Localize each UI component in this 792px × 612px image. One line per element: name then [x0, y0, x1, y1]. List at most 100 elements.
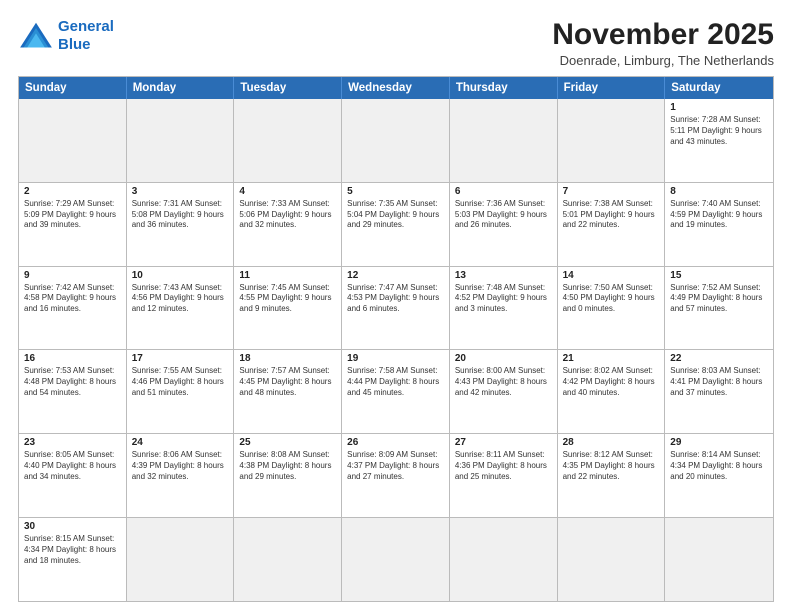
day-info: Sunrise: 7:58 AM Sunset: 4:44 PM Dayligh… — [347, 366, 444, 398]
calendar-cell-0-2 — [234, 99, 342, 182]
day-info: Sunrise: 7:52 AM Sunset: 4:49 PM Dayligh… — [670, 283, 768, 315]
day-info: Sunrise: 8:08 AM Sunset: 4:38 PM Dayligh… — [239, 450, 336, 482]
day-info: Sunrise: 7:31 AM Sunset: 5:08 PM Dayligh… — [132, 199, 229, 231]
logo-icon — [18, 21, 54, 51]
day-info: Sunrise: 7:38 AM Sunset: 5:01 PM Dayligh… — [563, 199, 660, 231]
day-number: 11 — [239, 270, 336, 281]
calendar-cell-4-2: 25Sunrise: 8:08 AM Sunset: 4:38 PM Dayli… — [234, 434, 342, 517]
header: General Blue November 2025 Doenrade, Lim… — [18, 18, 774, 68]
day-number: 27 — [455, 437, 552, 448]
day-info: Sunrise: 7:40 AM Sunset: 4:59 PM Dayligh… — [670, 199, 768, 231]
day-info: Sunrise: 8:00 AM Sunset: 4:43 PM Dayligh… — [455, 366, 552, 398]
day-info: Sunrise: 8:02 AM Sunset: 4:42 PM Dayligh… — [563, 366, 660, 398]
day-info: Sunrise: 7:55 AM Sunset: 4:46 PM Dayligh… — [132, 366, 229, 398]
calendar-body: 1 Sunrise: 7:28 AM Sunset: 5:11 PM Daylig… — [19, 99, 773, 601]
title-block: November 2025 Doenrade, Limburg, The Net… — [552, 18, 774, 68]
day-info: Sunrise: 8:09 AM Sunset: 4:37 PM Dayligh… — [347, 450, 444, 482]
calendar-cell-1-6: 8 Sunrise: 7:40 AM Sunset: 4:59 PM Daylig… — [665, 183, 773, 266]
calendar-cell-4-4: 27Sunrise: 8:11 AM Sunset: 4:36 PM Dayli… — [450, 434, 558, 517]
day-number: 20 — [455, 353, 552, 364]
calendar-cell-4-1: 24 Sunrise: 8:06 AM Sunset: 4:39 PM Dayli… — [127, 434, 235, 517]
calendar-cell-1-5: 7 Sunrise: 7:38 AM Sunset: 5:01 PM Daylig… — [558, 183, 666, 266]
calendar-cell-4-5: 28 Sunrise: 8:12 AM Sunset: 4:35 PM Dayli… — [558, 434, 666, 517]
header-monday: Monday — [127, 77, 235, 99]
day-number: 24 — [132, 437, 229, 448]
day-number: 8 — [670, 186, 768, 197]
day-number: 17 — [132, 353, 229, 364]
calendar-cell-3-3: 19 Sunrise: 7:58 AM Sunset: 4:44 PM Dayli… — [342, 350, 450, 433]
calendar-cell-3-1: 17 Sunrise: 7:55 AM Sunset: 4:46 PM Dayli… — [127, 350, 235, 433]
day-number: 5 — [347, 186, 444, 197]
header-thursday: Thursday — [450, 77, 558, 99]
calendar-cell-5-4 — [450, 518, 558, 601]
calendar-cell-0-1 — [127, 99, 235, 182]
day-info: Sunrise: 7:48 AM Sunset: 4:52 PM Dayligh… — [455, 283, 552, 315]
calendar-cell-2-1: 10 Sunrise: 7:43 AM Sunset: 4:56 PM Dayli… — [127, 267, 235, 350]
day-number: 10 — [132, 270, 229, 281]
calendar-cell-3-0: 16Sunrise: 7:53 AM Sunset: 4:48 PM Dayli… — [19, 350, 127, 433]
day-number: 19 — [347, 353, 444, 364]
day-info: Sunrise: 7:43 AM Sunset: 4:56 PM Dayligh… — [132, 283, 229, 315]
logo: General Blue — [18, 18, 114, 54]
day-info: Sunrise: 7:29 AM Sunset: 5:09 PM Dayligh… — [24, 199, 121, 231]
header-friday: Friday — [558, 77, 666, 99]
day-info: Sunrise: 7:42 AM Sunset: 4:58 PM Dayligh… — [24, 283, 121, 315]
calendar-cell-4-0: 23 Sunrise: 8:05 AM Sunset: 4:40 PM Dayli… — [19, 434, 127, 517]
month-title: November 2025 — [552, 18, 774, 51]
day-number: 3 — [132, 186, 229, 197]
day-info: Sunrise: 7:28 AM Sunset: 5:11 PM Dayligh… — [670, 115, 768, 147]
calendar-cell-1-4: 6 Sunrise: 7:36 AM Sunset: 5:03 PM Daylig… — [450, 183, 558, 266]
calendar-cell-3-4: 20 Sunrise: 8:00 AM Sunset: 4:43 PM Dayli… — [450, 350, 558, 433]
calendar-cell-2-3: 12Sunrise: 7:47 AM Sunset: 4:53 PM Dayli… — [342, 267, 450, 350]
calendar-row-2: 9 Sunrise: 7:42 AM Sunset: 4:58 PM Daylig… — [19, 267, 773, 351]
day-info: Sunrise: 8:06 AM Sunset: 4:39 PM Dayligh… — [132, 450, 229, 482]
day-number: 9 — [24, 270, 121, 281]
calendar-cell-3-2: 18 Sunrise: 7:57 AM Sunset: 4:45 PM Dayli… — [234, 350, 342, 433]
day-number: 2 — [24, 186, 121, 197]
day-info: Sunrise: 8:05 AM Sunset: 4:40 PM Dayligh… — [24, 450, 121, 482]
calendar-cell-2-6: 15Sunrise: 7:52 AM Sunset: 4:49 PM Dayli… — [665, 267, 773, 350]
calendar-cell-5-6 — [665, 518, 773, 601]
header-wednesday: Wednesday — [342, 77, 450, 99]
day-number: 7 — [563, 186, 660, 197]
day-info: Sunrise: 8:12 AM Sunset: 4:35 PM Dayligh… — [563, 450, 660, 482]
day-number: 29 — [670, 437, 768, 448]
day-number: 12 — [347, 270, 444, 281]
calendar-cell-1-2: 4 Sunrise: 7:33 AM Sunset: 5:06 PM Daylig… — [234, 183, 342, 266]
calendar-row-5: 30Sunrise: 8:15 AM Sunset: 4:34 PM Dayli… — [19, 518, 773, 601]
subtitle: Doenrade, Limburg, The Netherlands — [552, 53, 774, 68]
calendar-cell-5-5 — [558, 518, 666, 601]
day-number: 13 — [455, 270, 552, 281]
calendar-cell-1-3: 5Sunrise: 7:35 AM Sunset: 5:04 PM Daylig… — [342, 183, 450, 266]
logo-text: General Blue — [58, 18, 114, 54]
day-info: Sunrise: 8:03 AM Sunset: 4:41 PM Dayligh… — [670, 366, 768, 398]
day-number: 4 — [239, 186, 336, 197]
calendar-cell-5-3 — [342, 518, 450, 601]
day-number: 18 — [239, 353, 336, 364]
day-number: 23 — [24, 437, 121, 448]
day-number: 21 — [563, 353, 660, 364]
calendar-cell-2-5: 14Sunrise: 7:50 AM Sunset: 4:50 PM Dayli… — [558, 267, 666, 350]
day-info: Sunrise: 7:33 AM Sunset: 5:06 PM Dayligh… — [239, 199, 336, 231]
calendar-cell-5-0: 30Sunrise: 8:15 AM Sunset: 4:34 PM Dayli… — [19, 518, 127, 601]
day-number: 6 — [455, 186, 552, 197]
calendar-cell-3-5: 21 Sunrise: 8:02 AM Sunset: 4:42 PM Dayli… — [558, 350, 666, 433]
calendar-cell-1-1: 3 Sunrise: 7:31 AM Sunset: 5:08 PM Daylig… — [127, 183, 235, 266]
calendar-cell-0-0 — [19, 99, 127, 182]
calendar: Sunday Monday Tuesday Wednesday Thursday… — [18, 76, 774, 602]
day-number: 30 — [24, 521, 121, 532]
calendar-cell-0-3 — [342, 99, 450, 182]
day-info: Sunrise: 7:36 AM Sunset: 5:03 PM Dayligh… — [455, 199, 552, 231]
day-info: Sunrise: 7:57 AM Sunset: 4:45 PM Dayligh… — [239, 366, 336, 398]
calendar-cell-2-0: 9 Sunrise: 7:42 AM Sunset: 4:58 PM Daylig… — [19, 267, 127, 350]
day-number: 1 — [670, 102, 768, 113]
calendar-cell-1-0: 2 Sunrise: 7:29 AM Sunset: 5:09 PM Daylig… — [19, 183, 127, 266]
calendar-cell-2-2: 11Sunrise: 7:45 AM Sunset: 4:55 PM Dayli… — [234, 267, 342, 350]
day-number: 28 — [563, 437, 660, 448]
calendar-row-4: 23 Sunrise: 8:05 AM Sunset: 4:40 PM Dayli… — [19, 434, 773, 518]
calendar-cell-4-3: 26Sunrise: 8:09 AM Sunset: 4:37 PM Dayli… — [342, 434, 450, 517]
header-sunday: Sunday — [19, 77, 127, 99]
calendar-row-1: 2 Sunrise: 7:29 AM Sunset: 5:09 PM Daylig… — [19, 183, 773, 267]
header-tuesday: Tuesday — [234, 77, 342, 99]
calendar-cell-0-4 — [450, 99, 558, 182]
